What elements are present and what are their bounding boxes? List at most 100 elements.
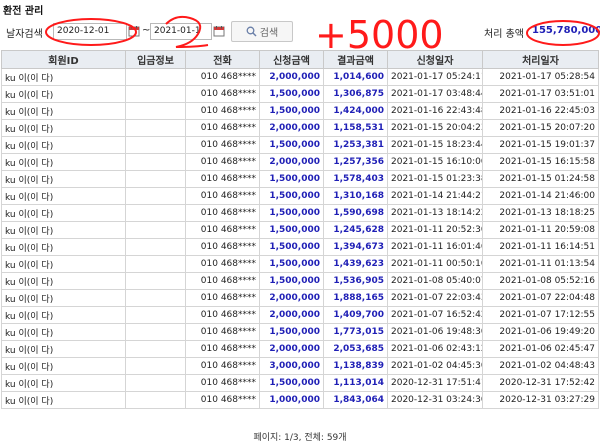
member-id-cell: ku 이(이 다) <box>1 153 126 171</box>
process-date-cell: 2021-01-13 18:18:25 <box>482 204 599 222</box>
deposit-info-cell <box>125 306 186 324</box>
process-date-cell: 2021-01-11 16:14:51 <box>482 238 599 256</box>
start-date-input[interactable]: 2020-12-01 <box>53 23 127 40</box>
table-row[interactable]: ku 이(이 다) 010 468**** 3,000,000 1,138,839 20… <box>1 357 599 375</box>
page-title: 환전 관리 <box>3 6 44 17</box>
table-row[interactable]: ku 이(이 다) 010 468**** 2,000,000 1,014,600 20… <box>1 68 599 86</box>
request-amount-cell: 2,000,000 <box>259 289 324 307</box>
result-amount-cell: 1,253,381 <box>323 136 388 154</box>
deposit-info-cell <box>125 204 186 222</box>
result-amount-cell: 1,310,168 <box>323 187 388 205</box>
member-id-cell: ku 이(이 다) <box>1 102 126 120</box>
process-date-cell: 2020-12-31 17:52:42 <box>482 374 599 392</box>
phone-cell: 010 468**** <box>185 85 260 103</box>
header-deposit-info[interactable]: 입금정보 <box>125 50 186 69</box>
request-amount-cell: 1,500,000 <box>259 323 324 341</box>
deposit-info-cell <box>125 136 186 154</box>
process-date-cell: 2021-01-15 01:24:58 <box>482 170 599 188</box>
member-id-cell: ku 이(이 다) <box>1 85 126 103</box>
phone-cell: 010 468**** <box>185 272 260 290</box>
member-id-cell: ku 이(이 다) <box>1 170 126 188</box>
table-row[interactable]: ku 이(이 다) 010 468**** 2,000,000 1,257,356 20… <box>1 153 599 171</box>
process-date-cell: 2021-01-07 22:04:48 <box>482 289 599 307</box>
process-date-cell: 2020-12-31 03:27:29 <box>482 391 599 409</box>
search-button[interactable]: 검색 <box>231 21 293 42</box>
request-amount-cell: 1,000,000 <box>259 391 324 409</box>
member-id-cell: ku 이(이 다) <box>1 272 126 290</box>
search-icon <box>246 26 257 37</box>
table-row[interactable]: ku 이(이 다) 010 468**** 1,500,000 1,306,875 20… <box>1 85 599 103</box>
table-row[interactable]: ku 이(이 다) 010 468**** 1,500,000 1,590,698 20… <box>1 204 599 222</box>
table-row[interactable]: ku 이(이 다) 010 468**** 2,000,000 2,053,685 20… <box>1 340 599 358</box>
process-date-cell: 2021-01-06 02:45:47 <box>482 340 599 358</box>
table-row[interactable]: ku 이(이 다) 010 468**** 1,500,000 1,310,168 20… <box>1 187 599 205</box>
request-date-cell: 2021-01-06 19:48:30 <box>387 323 483 341</box>
member-id-cell: ku 이(이 다) <box>1 119 126 137</box>
process-date-cell: 2021-01-15 19:01:37 <box>482 136 599 154</box>
process-date-cell: 2021-01-17 05:28:54 <box>482 68 599 86</box>
search-button-label: 검색 <box>259 28 279 39</box>
member-id-cell: ku 이(이 다) <box>1 289 126 307</box>
process-date-cell: 2021-01-07 17:12:55 <box>482 306 599 324</box>
request-date-cell: 2021-01-11 20:52:30 <box>387 221 483 239</box>
total-value: 155,780,000 <box>532 25 600 36</box>
member-id-cell: ku 이(이 다) <box>1 391 126 409</box>
table-row[interactable]: ku 이(이 다) 010 468**** 1,500,000 1,394,673 20… <box>1 238 599 256</box>
filter-bar: 날자검색 2020-12-01 ~ 2021-01-1 검색 처리 총액 155… <box>0 17 600 47</box>
request-amount-cell: 1,500,000 <box>259 374 324 392</box>
table-row[interactable]: ku 이(이 다) 010 468**** 1,500,000 1,424,000 20… <box>1 102 599 120</box>
deposit-info-cell <box>125 340 186 358</box>
table-row[interactable]: ku 이(이 다) 010 468**** 1,500,000 1,253,381 20… <box>1 136 599 154</box>
header-process-date[interactable]: 처리일자 <box>482 50 599 69</box>
deposit-info-cell <box>125 238 186 256</box>
phone-cell: 010 468**** <box>185 221 260 239</box>
header-member-id[interactable]: 회원ID <box>1 50 126 69</box>
result-amount-cell: 1,439,623 <box>323 255 388 273</box>
phone-cell: 010 468**** <box>185 170 260 188</box>
table-row[interactable]: ku 이(이 다) 010 468**** 1,500,000 1,245,628 20… <box>1 221 599 239</box>
result-amount-cell: 1,014,600 <box>323 68 388 86</box>
request-amount-cell: 1,500,000 <box>259 170 324 188</box>
header-request-date[interactable]: 신청일자 <box>387 50 483 69</box>
table-row[interactable]: ku 이(이 다) 010 468**** 1,500,000 1,773,015 20… <box>1 323 599 341</box>
request-amount-cell: 2,000,000 <box>259 153 324 171</box>
header-request-amount[interactable]: 신청금액 <box>259 50 324 69</box>
phone-cell: 010 468**** <box>185 255 260 273</box>
request-date-cell: 2021-01-17 05:24:11 <box>387 68 483 86</box>
table-row[interactable]: ku 이(이 다) 010 468**** 2,000,000 1,409,700 20… <box>1 306 599 324</box>
result-amount-cell: 1,394,673 <box>323 238 388 256</box>
table-row[interactable]: ku 이(이 다) 010 468**** 1,500,000 1,439,623 20… <box>1 255 599 273</box>
deposit-info-cell <box>125 102 186 120</box>
phone-cell: 010 468**** <box>185 306 260 324</box>
process-date-cell: 2021-01-11 20:59:08 <box>482 221 599 239</box>
phone-cell: 010 468**** <box>185 391 260 409</box>
request-date-cell: 2021-01-08 05:40:07 <box>387 272 483 290</box>
request-date-cell: 2020-12-31 17:51:41 <box>387 374 483 392</box>
table-row[interactable]: ku 이(이 다) 010 468**** 1,500,000 1,578,403 20… <box>1 170 599 188</box>
process-date-cell: 2021-01-02 04:48:43 <box>482 357 599 375</box>
request-amount-cell: 1,500,000 <box>259 102 324 120</box>
table-row[interactable]: ku 이(이 다) 010 468**** 1,500,000 1,113,014 20… <box>1 374 599 392</box>
phone-cell: 010 468**** <box>185 340 260 358</box>
calendar-icon[interactable] <box>128 25 140 37</box>
request-date-cell: 2021-01-15 16:10:00 <box>387 153 483 171</box>
request-amount-cell: 3,000,000 <box>259 357 324 375</box>
result-amount-cell: 1,409,700 <box>323 306 388 324</box>
member-id-cell: ku 이(이 다) <box>1 238 126 256</box>
member-id-cell: ku 이(이 다) <box>1 323 126 341</box>
deposit-info-cell <box>125 272 186 290</box>
table-row[interactable]: ku 이(이 다) 010 468**** 1,500,000 1,536,905 20… <box>1 272 599 290</box>
phone-cell: 010 468**** <box>185 357 260 375</box>
header-phone[interactable]: 전화 <box>185 50 260 69</box>
deposit-info-cell <box>125 85 186 103</box>
result-amount-cell: 1,113,014 <box>323 374 388 392</box>
table-row[interactable]: ku 이(이 다) 010 468**** 2,000,000 1,158,531 20… <box>1 119 599 137</box>
pagination-info: 페이지: 1/3, 전체: 59개 <box>253 433 347 443</box>
member-id-cell: ku 이(이 다) <box>1 221 126 239</box>
calendar-icon[interactable] <box>213 25 225 37</box>
header-result-amount[interactable]: 결과금액 <box>323 50 388 69</box>
table-row[interactable]: ku 이(이 다) 010 468**** 2,000,000 1,888,165 20… <box>1 289 599 307</box>
end-date-input[interactable]: 2021-01-1 <box>150 23 212 40</box>
deposit-info-cell <box>125 153 186 171</box>
table-row[interactable]: ku 이(이 다) 010 468**** 1,000,000 1,843,064 20… <box>1 391 599 409</box>
